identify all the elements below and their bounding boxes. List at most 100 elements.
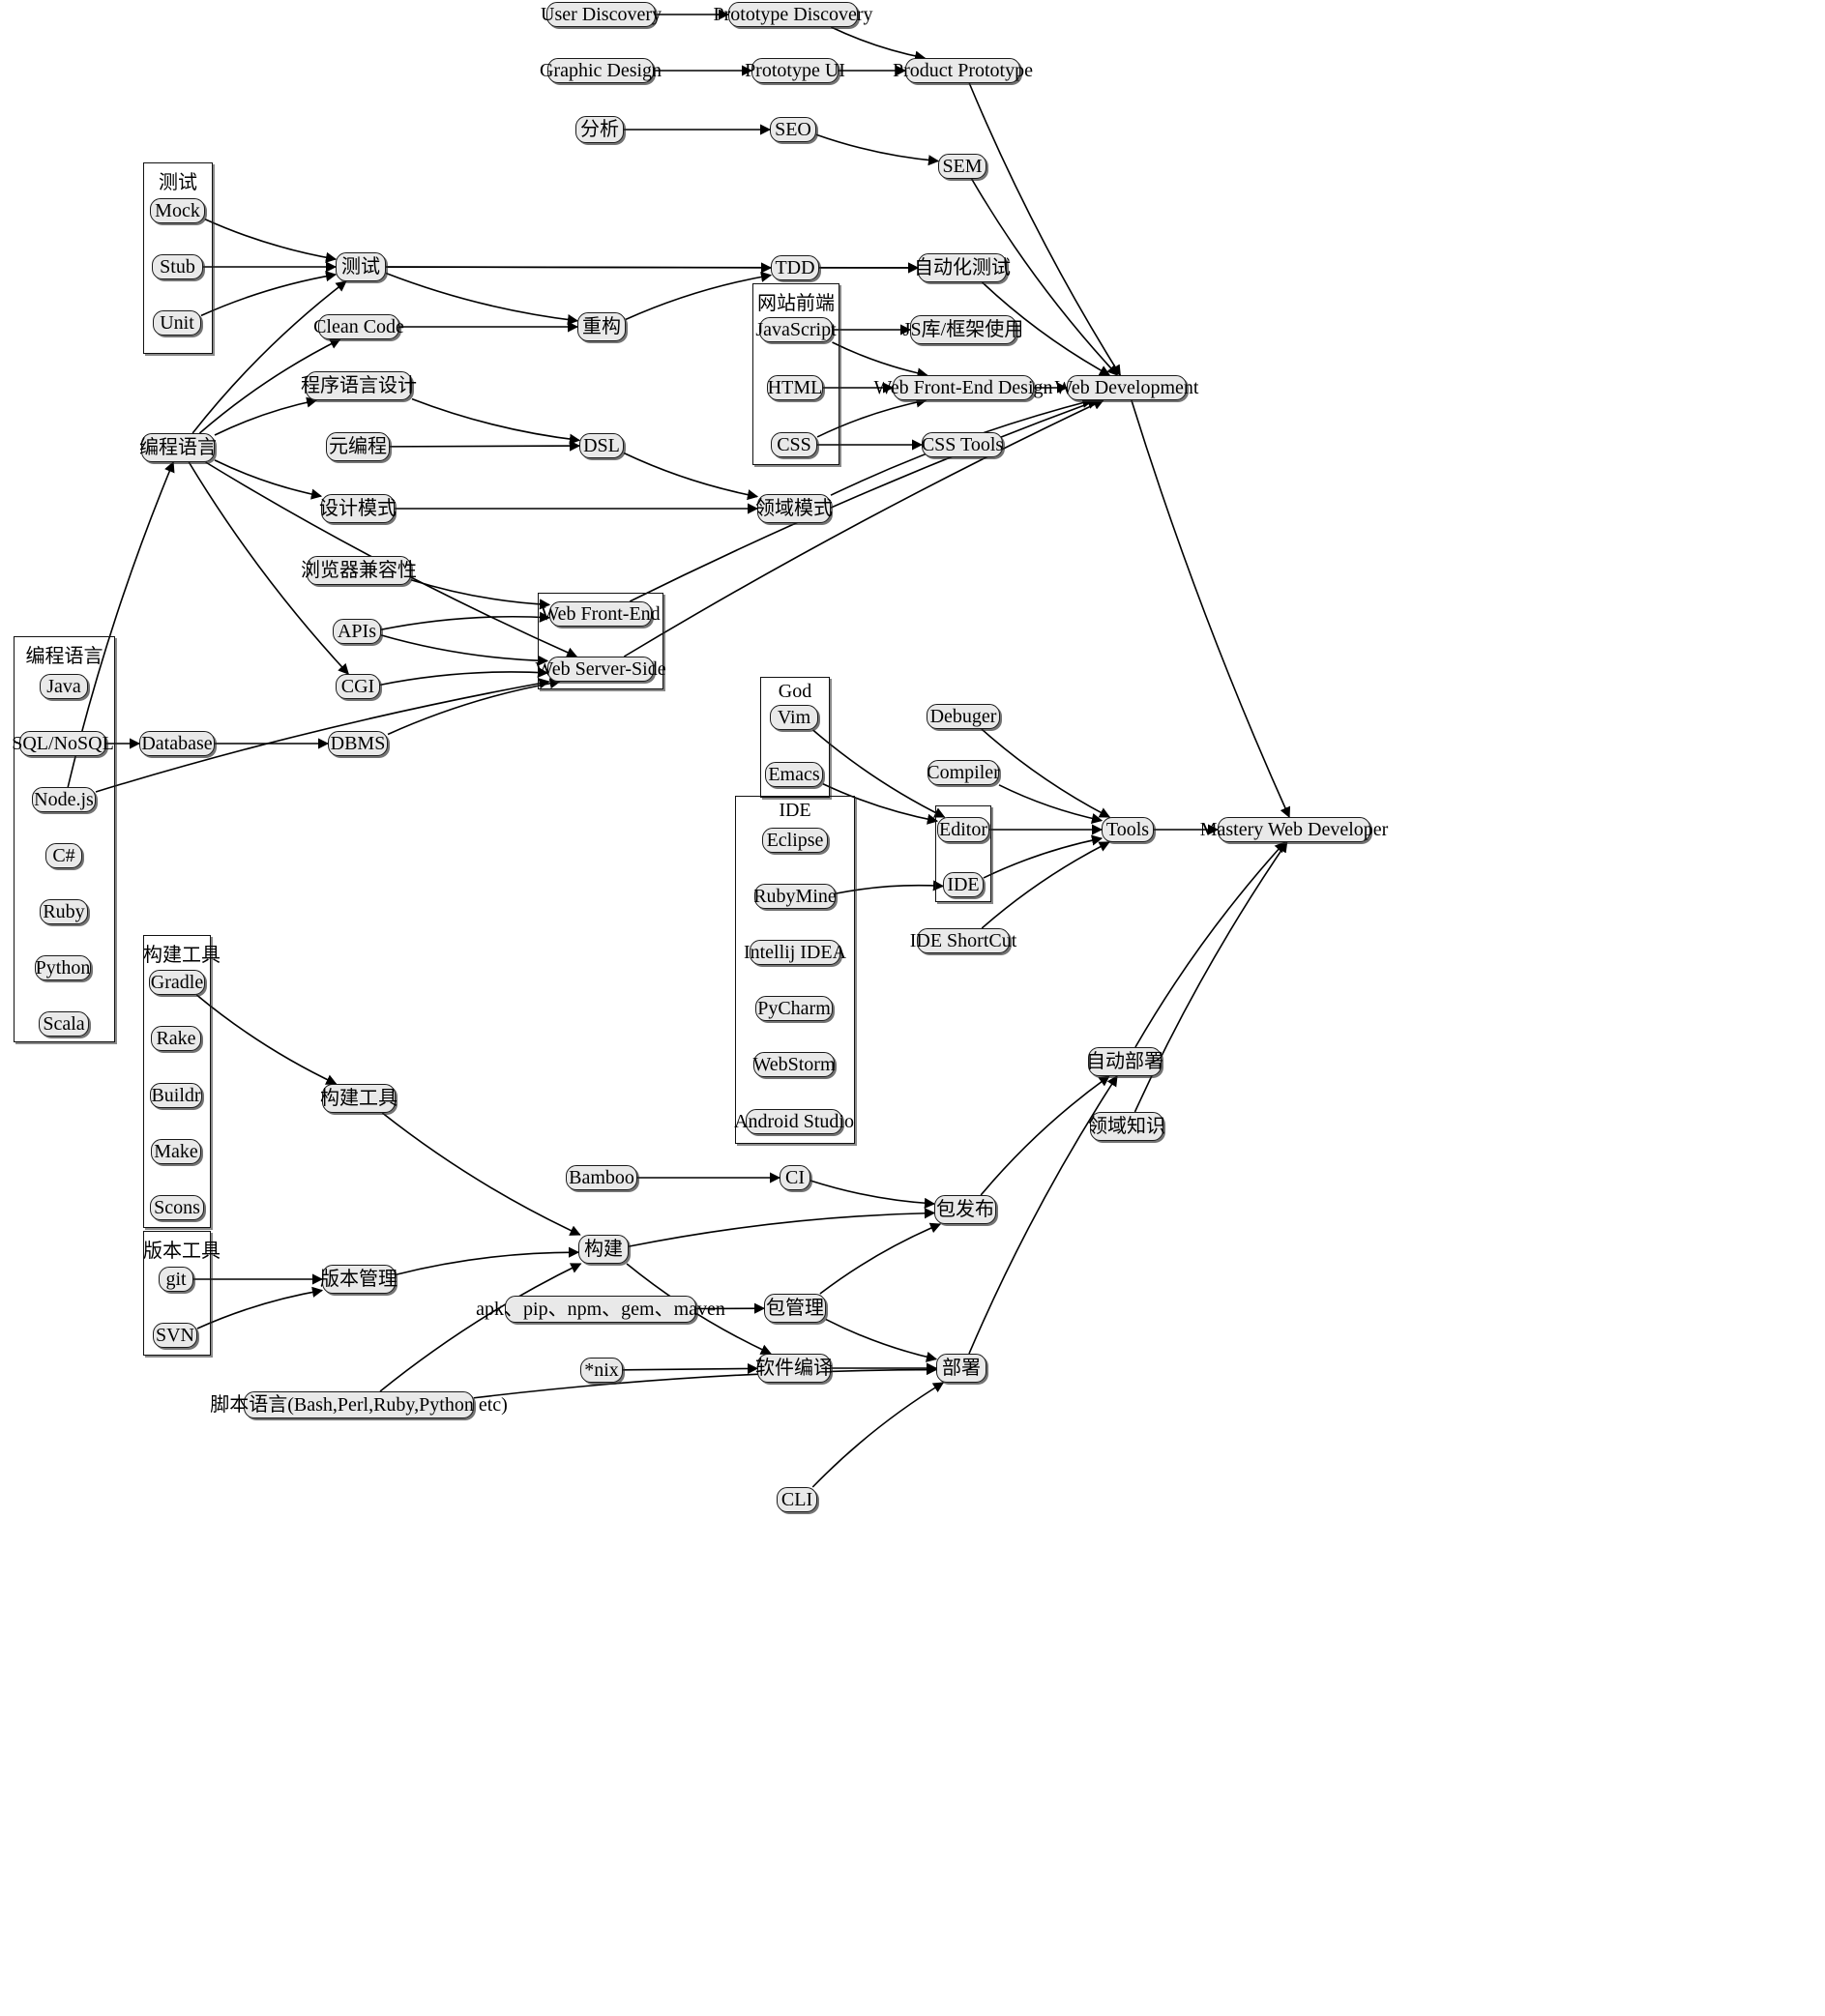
node-vim[interactable]: Vim (770, 705, 818, 730)
node-rake[interactable]: Rake (151, 1026, 201, 1051)
node-python[interactable]: Python (35, 955, 91, 980)
edge-ide_shortcut-to-tools (981, 841, 1110, 929)
node-analysis[interactable]: 分析 (575, 116, 624, 143)
node-deploy[interactable]: 部署 (936, 1354, 986, 1383)
node-pkg_mgmt[interactable]: 包管理 (764, 1294, 826, 1323)
node-mastery[interactable]: Mastery Web Developer (1200, 817, 1388, 842)
node-cli[interactable]: CLI (777, 1487, 817, 1512)
node-apis[interactable]: APIs (333, 619, 381, 644)
node-testing[interactable]: 测试 (336, 252, 386, 281)
node-web_development[interactable]: Web Development (1055, 375, 1198, 400)
edge-gradle-to-build_tool (195, 994, 338, 1085)
node-nix[interactable]: *nix (580, 1358, 623, 1383)
edge-script_langs-to-build (379, 1263, 582, 1392)
node-seo[interactable]: SEO (770, 117, 816, 142)
node-compiler[interactable]: Compiler (927, 760, 1000, 785)
node-rubymine[interactable]: RubyMine (753, 884, 837, 909)
node-ruby[interactable]: Ruby (40, 899, 88, 924)
node-meta_prog[interactable]: 元编程 (326, 432, 390, 461)
node-javascript[interactable]: JavaScript (755, 317, 837, 342)
node-js_lib[interactable]: JS库/框架使用 (903, 315, 1023, 344)
node-eclipse[interactable]: Eclipse (762, 828, 828, 853)
node-android_studio[interactable]: Android Studio (734, 1109, 854, 1134)
node-user_discovery[interactable]: User Discovery (541, 2, 662, 27)
node-svn[interactable]: SVN (153, 1323, 197, 1348)
node-build_tool[interactable]: 构建工具 (320, 1084, 397, 1113)
edge-web_frontend-to-web_development (629, 398, 1099, 602)
node-browser_compat[interactable]: 浏览器兼容性 (301, 556, 417, 585)
edge-pkg_mgmt-to-deploy (825, 1318, 938, 1362)
node-domain_pattern[interactable]: 领域模式 (755, 494, 833, 523)
edge-mock-to-testing (204, 218, 338, 263)
node-make[interactable]: Make (151, 1139, 201, 1164)
node-build[interactable]: 构建 (578, 1235, 629, 1264)
node-gradle[interactable]: Gradle (149, 970, 205, 995)
node-csharp[interactable]: C# (45, 843, 82, 868)
node-scons[interactable]: Scons (150, 1195, 204, 1220)
node-clean_code[interactable]: Clean Code (313, 314, 404, 339)
node-tools[interactable]: Tools (1102, 817, 1154, 842)
node-sw_compile[interactable]: 软件编译 (755, 1354, 833, 1383)
node-css[interactable]: CSS (771, 432, 817, 457)
edge-cgi-to-web_serverside (379, 666, 549, 687)
node-design_pattern[interactable]: 设计模式 (319, 494, 397, 523)
edge-script_langs-to-deploy (473, 1364, 938, 1399)
edge-apis-to-web_serverside (380, 634, 549, 666)
node-java[interactable]: Java (40, 674, 88, 699)
node-webstorm[interactable]: WebStorm (752, 1052, 836, 1077)
diagram-canvas: 测试 网站前端 编程语言 God IDE 构建工具 版本工具 User Discovery P… (0, 0, 1825, 2016)
node-mock[interactable]: Mock (150, 198, 205, 223)
node-debuger[interactable]: Debuger (927, 704, 1000, 729)
edge-prototype_discovery-to-product_prototype (830, 26, 927, 62)
node-intellij[interactable]: Intellij IDEA (744, 940, 846, 965)
edge-testing-to-tdd (385, 262, 773, 274)
node-dsl[interactable]: DSL (579, 433, 624, 458)
node-editor[interactable]: Editor (937, 817, 989, 842)
node-version_mgmt[interactable]: 版本管理 (320, 1265, 397, 1294)
node-product_prototype[interactable]: Product Prototype (893, 58, 1033, 83)
edge-refactor-to-tdd (625, 271, 773, 321)
node-stub[interactable]: Stub (152, 254, 203, 279)
node-tdd[interactable]: TDD (771, 255, 819, 280)
edge-dbms-to-web_serverside (387, 678, 561, 736)
edge-meta_prog-to-dsl (389, 440, 581, 452)
node-pkg_release[interactable]: 包发布 (934, 1195, 996, 1224)
node-sql_nosql[interactable]: SQL/NoSQL (12, 731, 114, 756)
node-graphic_design[interactable]: Graphic Design (540, 58, 662, 83)
node-refactor[interactable]: 重构 (577, 312, 626, 341)
node-prototype_ui[interactable]: Prototype UI (745, 58, 845, 83)
edge-javascript-to-web_fe_design (832, 341, 928, 379)
node-web_frontend[interactable]: Web Front-End (541, 601, 661, 627)
node-prototype_discovery[interactable]: Prototype Discovery (714, 2, 873, 27)
node-pycharm[interactable]: PyCharm (755, 996, 833, 1021)
node-ci[interactable]: CI (780, 1165, 810, 1190)
edge-testing-to-refactor (385, 272, 579, 326)
node-script_langs[interactable]: 脚本语言(Bash,Perl,Ruby,Python etc) (210, 1391, 508, 1418)
node-web_serverside[interactable]: Web Server-Side (535, 657, 666, 682)
node-emacs[interactable]: Emacs (765, 762, 823, 787)
node-nodejs[interactable]: Node.js (32, 787, 96, 812)
node-prog_lang[interactable]: 编程语言 (139, 433, 217, 462)
node-prog_lang_design[interactable]: 程序语言设计 (301, 371, 417, 400)
node-html[interactable]: HTML (767, 375, 823, 400)
node-buildr[interactable]: Buildr (150, 1083, 202, 1108)
node-ide_node[interactable]: IDE (943, 872, 984, 897)
node-auto_test[interactable]: 自动化测试 (914, 253, 1011, 282)
node-scala[interactable]: Scala (39, 1011, 89, 1037)
node-ide_shortcut[interactable]: IDE ShortCut (910, 928, 1016, 953)
node-cgi[interactable]: CGI (336, 674, 380, 699)
node-dbms[interactable]: DBMS (328, 731, 388, 756)
node-css_tools[interactable]: CSS Tools (922, 432, 1003, 457)
node-web_fe_design[interactable]: Web Front-End Design (873, 375, 1053, 400)
edge-web_serverside-to-web_development (623, 399, 1104, 657)
node-unit[interactable]: Unit (153, 310, 201, 336)
node-bamboo[interactable]: Bamboo (566, 1165, 637, 1190)
edge-prog_lang-to-testing (191, 280, 347, 434)
node-database[interactable]: Database (139, 731, 215, 756)
node-domain_knowledge[interactable]: 领域知识 (1088, 1112, 1165, 1141)
node-apk_pip[interactable]: apk、pip、npm、gem、maven (476, 1296, 725, 1323)
node-sem[interactable]: SEM (938, 154, 986, 179)
node-git[interactable]: git (159, 1267, 193, 1292)
edge-nix-to-sw_compile (622, 1362, 759, 1375)
node-auto_deploy[interactable]: 自动部署 (1086, 1047, 1163, 1076)
